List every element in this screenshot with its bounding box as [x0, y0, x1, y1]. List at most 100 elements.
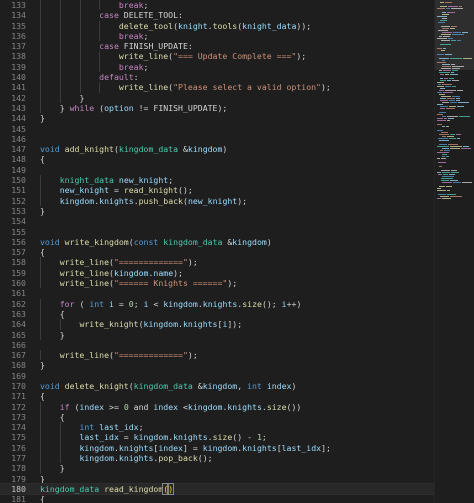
- code-line[interactable]: 177 kingdom.knights.pop_back();: [0, 453, 434, 464]
- line-number: 144: [11, 113, 26, 124]
- code-line[interactable]: 134 case DELETE_TOOL:: [0, 10, 434, 21]
- minimap-code-line: [441, 26, 450, 27]
- code-token: size: [266, 401, 287, 412]
- code-token: ;: [261, 432, 267, 443]
- code-token: kingdom: [59, 195, 95, 206]
- code-line[interactable]: 179}: [0, 474, 434, 484]
- minimap-code-line: [437, 16, 447, 17]
- code-line[interactable]: 163 {: [0, 308, 434, 320]
- code-token: write_line: [59, 278, 110, 289]
- code-line[interactable]: 143 } while (option != FINISH_UPDATE);: [0, 102, 434, 114]
- minimap-code-line: [452, 80, 459, 81]
- code-token: knight_data: [242, 20, 297, 31]
- minimap-code-line: [437, 152, 449, 153]
- code-token: knight: [178, 20, 208, 31]
- code-token: int: [247, 380, 262, 391]
- code-line[interactable]: 133 break;: [0, 0, 434, 11]
- code-token: index: [158, 442, 183, 453]
- code-line[interactable]: 137 case FINISH_UPDATE:: [0, 41, 434, 52]
- code-line[interactable]: 166: [0, 340, 434, 350]
- code-line[interactable]: 161: [0, 288, 434, 298]
- code-line[interactable]: 173 {: [0, 411, 434, 423]
- minimap-viewport-slider[interactable]: [435, 0, 474, 70]
- code-line[interactable]: 165 }: [0, 329, 434, 340]
- code-line[interactable]: 174 int last_idx;: [0, 422, 434, 433]
- code-line[interactable]: 175 last_idx = kingdom.knights.size() - …: [0, 432, 434, 443]
- minimap-code-line: [457, 138, 460, 139]
- code-line[interactable]: 157 {: [0, 247, 434, 257]
- code-line[interactable]: 167 write_line("=============");: [0, 350, 434, 361]
- code-token: const: [133, 236, 159, 247]
- code-line[interactable]: 154: [0, 216, 434, 226]
- code-line[interactable]: 169: [0, 371, 434, 381]
- code-line[interactable]: 142 }: [0, 92, 434, 103]
- code-line[interactable]: 135 delete_tool(knight.tools(knight_data…: [0, 20, 434, 31]
- minimap-code-line: [445, 54, 452, 55]
- code-line[interactable]: 160 write_line("====== Knights ======");: [0, 278, 434, 289]
- code-token: kingdom_data: [133, 380, 193, 391]
- code-line[interactable]: 171 {: [0, 391, 434, 401]
- minimap-code-line: [451, 170, 457, 171]
- code-token: }: [40, 113, 45, 124]
- minimap-code-line: [437, 54, 444, 55]
- code-token: new_knight: [118, 175, 169, 186]
- code-token: &: [192, 380, 203, 391]
- minimap-code-line: [449, 78, 454, 79]
- minimap-code-line: [450, 180, 458, 181]
- code-line[interactable]: 140 default:: [0, 72, 434, 83]
- line-number: 136: [11, 30, 26, 41]
- code-line[interactable]: 181 {: [0, 494, 434, 503]
- code-line[interactable]: 145: [0, 124, 434, 134]
- code-text: case DELETE_TOOL:: [40, 10, 183, 20]
- minimap[interactable]: [434, 0, 474, 503]
- code-line[interactable]: 159 write_line(kingdom.name);: [0, 267, 434, 279]
- code-line[interactable]: 136 break;: [0, 30, 434, 42]
- code-line[interactable]: 162 for ( int i = 0; i < kingdom.knights…: [0, 298, 434, 309]
- minimap-code-line: [439, 112, 446, 113]
- code-line[interactable]: 155: [0, 227, 434, 237]
- code-line[interactable]: 168}: [0, 360, 434, 370]
- code-token: }: [40, 205, 45, 216]
- code-line[interactable]: 144}: [0, 113, 434, 123]
- code-token: index: [79, 401, 105, 412]
- code-line[interactable]: 141 write_line("Please select a valid op…: [0, 82, 434, 93]
- code-text: {: [40, 412, 65, 422]
- code-token: kingdom: [163, 298, 198, 309]
- code-line[interactable]: 153}: [0, 206, 434, 216]
- code-line[interactable]: 178 }: [0, 463, 434, 474]
- code-editor[interactable]: 133 break; 134 case DELETE_TOOL: 135 delet…: [0, 0, 434, 503]
- code-line[interactable]: 156 void write_kingdom(const kingdom_data…: [0, 237, 434, 247]
- minimap-code-line: [456, 98, 460, 99]
- code-line[interactable]: 164 write_knight(kingdom.knights[i]);: [0, 319, 434, 330]
- minimap-code-line: [439, 70, 442, 71]
- minimap-code-line: [442, 12, 446, 13]
- code-token: default: [99, 72, 134, 83]
- code-text: delete_tool(knight.tools(knight_data));: [40, 21, 311, 31]
- code-line[interactable]: 148 {: [0, 154, 434, 164]
- code-token: ()): [286, 401, 307, 412]
- minimap-code-line: [442, 66, 451, 67]
- minimap-code-line: [442, 28, 449, 29]
- code-line[interactable]: 146: [0, 134, 434, 144]
- code-line[interactable]: 152 kingdom.knights.push_back(new_knight…: [0, 195, 434, 206]
- code-token: kingdom: [143, 319, 179, 330]
- code-line[interactable]: 158 write_line("=============");: [0, 257, 434, 268]
- code-token: last_idx: [281, 442, 322, 453]
- code-line[interactable]: 151 new_knight = read_knight();: [0, 185, 434, 196]
- code-line[interactable]: 180 kingdom_data read_kingdom(): [0, 482, 434, 496]
- code-line[interactable]: 147 void add_knight(kingdom_data &kingdom…: [0, 144, 434, 154]
- code-line[interactable]: 150 knight_data new_knight;: [0, 175, 434, 186]
- code-line[interactable]: 139 break;: [0, 61, 434, 73]
- code-line[interactable]: 170 void delete_knight(kingdom_data &king…: [0, 381, 434, 391]
- minimap-code-line: [445, 90, 456, 91]
- code-line[interactable]: 176 kingdom.knights[index] = kingdom.kni…: [0, 442, 434, 454]
- code-line[interactable]: 149: [0, 165, 434, 175]
- code-line[interactable]: 138 write_line("=== Update Complete ==="…: [0, 51, 434, 62]
- code-line[interactable]: 172 if (index >= 0 and index <kingdom.kn…: [0, 401, 434, 412]
- code-token: }: [40, 473, 45, 484]
